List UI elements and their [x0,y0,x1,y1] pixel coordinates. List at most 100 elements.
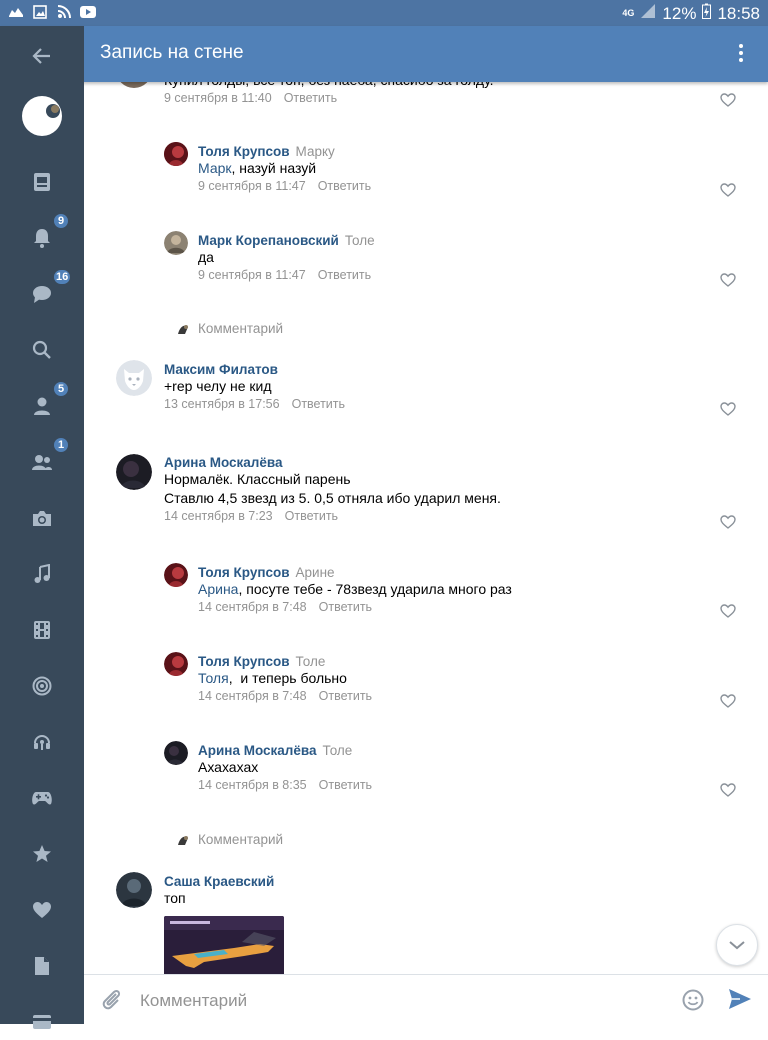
news-icon[interactable] [24,164,60,200]
comment-text: , посуте тебе - 78звезд ударила много ра… [238,581,512,597]
battery-percent: 12% [662,3,697,23]
avatar[interactable] [164,563,188,587]
more-menu-icon[interactable] [738,44,744,64]
user-mini-avatar-icon [176,832,190,847]
comment: Купил голды, все топ, без наеба, спасибо… [164,82,494,105]
like-heart-icon[interactable] [720,93,736,107]
header-bar: Запись на стене [0,26,768,82]
comment-text: Ахахахах [198,759,259,775]
target-icon[interactable] [24,668,60,704]
reply-button[interactable]: Ответить [292,397,345,411]
attachment-icon[interactable] [100,988,124,1012]
comment-time: 14 сентября в 7:48 [198,600,307,614]
reply-button[interactable]: Ответить [319,600,372,614]
groups-badge: 1 [52,436,70,454]
comments-feed[interactable]: Купил голды, все топ, без наеба, спасибо… [84,82,768,974]
rss-icon [56,4,72,20]
add-comment-label: Комментарий [198,832,284,847]
sidebar: 9 16 5 1 [0,26,84,1029]
battery-icon [702,3,712,24]
mention-link[interactable]: Марк [198,160,232,176]
author-name[interactable]: Арина Москалёва [164,455,283,470]
emoji-icon[interactable] [682,989,704,1011]
reply-to: Толе [295,654,326,669]
comment-time: 14 сентября в 7:23 [164,509,273,523]
avatar[interactable] [164,142,188,166]
back-arrow-icon[interactable] [24,38,60,74]
comment-time: 9 сентября в 11:40 [164,91,272,105]
messages-badge: 16 [52,268,73,286]
messages-icon[interactable]: 16 [24,268,73,312]
reply-to: Марку [295,144,335,159]
like-heart-icon[interactable] [720,183,736,197]
comment-time: 9 сентября в 11:47 [198,179,306,193]
card-icon[interactable] [24,1004,60,1040]
gallery-icon [32,4,48,20]
games-icon[interactable] [24,780,60,816]
send-icon[interactable] [728,988,752,1010]
author-name[interactable]: Марк Корепановский [198,233,339,248]
status-bar: 4G 12% 18:58 [0,0,768,26]
user-avatar[interactable] [22,96,62,136]
attached-image[interactable] [164,916,284,974]
comment-text: , назуй назуй [231,160,317,176]
shoe-icon [8,4,24,20]
avatar[interactable] [116,82,152,88]
camera-icon[interactable] [24,500,60,536]
author-name[interactable]: Саша Краевский [164,874,274,889]
scroll-down-button[interactable] [716,924,758,966]
add-comment-button[interactable]: Комментарий [176,832,283,847]
like-heart-icon[interactable] [720,694,736,708]
avatar[interactable] [116,872,152,908]
search-icon[interactable] [24,332,60,368]
author-name[interactable]: Толя Крупсов [198,144,290,159]
clock: 18:58 [717,3,760,23]
signal-icon [640,3,656,24]
comment-text: Купил голды, все топ, без наеба, спасибо… [164,82,494,90]
like-heart-icon[interactable] [720,273,736,287]
reply-button[interactable]: Ответить [284,91,337,105]
like-heart-icon[interactable] [720,402,736,416]
comment-time: 14 сентября в 8:35 [198,778,307,792]
avatar[interactable] [164,231,188,255]
reply-button[interactable]: Ответить [318,268,371,282]
reply-button[interactable]: Ответить [319,689,372,703]
avatar[interactable] [164,741,188,765]
video-icon[interactable] [24,612,60,648]
reply-button[interactable]: Ответить [285,509,338,523]
reply-button[interactable]: Ответить [318,179,371,193]
star-icon[interactable] [24,836,60,872]
author-name[interactable]: Толя Крупсов [198,565,290,580]
author-name[interactable]: Арина Москалёва [198,743,317,758]
heart-icon[interactable] [24,892,60,928]
comment-text: да [198,249,214,265]
avatar[interactable] [164,652,188,676]
comment-time: 13 сентября в 17:56 [164,397,280,411]
author-name[interactable]: Максим Филатов [164,362,278,377]
comment-reply: Толя Крупсов Марку Марк, назуй назуй 9 се… [198,143,371,193]
document-icon[interactable] [24,948,60,984]
comment-input[interactable]: Комментарий [140,991,247,1011]
podcast-icon[interactable] [24,724,60,760]
like-heart-icon[interactable] [720,604,736,618]
like-heart-icon[interactable] [720,783,736,797]
comment-time: 9 сентября в 11:47 [198,268,306,282]
like-heart-icon[interactable] [720,515,736,529]
friends-icon[interactable]: 5 [24,380,70,424]
comment-text-line: Ставлю 4,5 звезд из 5. 0,5 отняла ибо уд… [164,490,501,506]
mention-link[interactable]: Арина [198,581,238,597]
author-name[interactable]: Толя Крупсов [198,654,290,669]
chevron-down-icon [729,941,745,950]
add-comment-button[interactable]: Комментарий [176,321,283,336]
reply-button[interactable]: Ответить [319,778,372,792]
comment-text: топ [164,890,186,906]
mention-link[interactable]: Толя [198,670,229,686]
groups-icon[interactable]: 1 [24,436,70,480]
comment-input-bar: Комментарий [84,974,768,1025]
avatar[interactable] [116,454,152,490]
avatar[interactable] [116,360,152,396]
comment-reply: Марк Корепановский Толе да 9 сентября в 1… [198,232,375,282]
bell-icon[interactable]: 9 [24,212,70,256]
music-icon[interactable] [24,556,60,592]
friends-badge: 5 [52,380,70,398]
